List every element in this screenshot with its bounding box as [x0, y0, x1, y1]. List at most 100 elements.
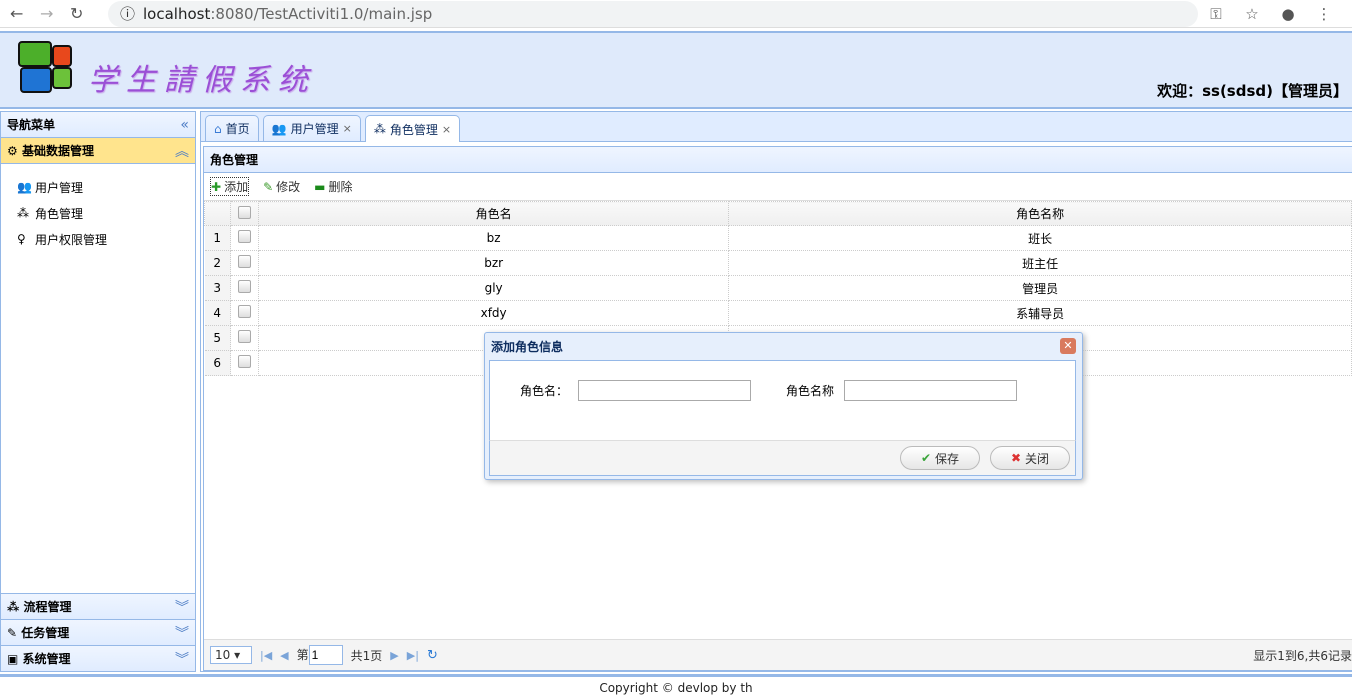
row-checkbox[interactable]: [238, 280, 251, 293]
star-icon[interactable]: ☆: [1234, 5, 1270, 23]
row-number: 2: [204, 250, 231, 276]
row-checkbox[interactable]: [238, 230, 251, 243]
hierarchy-icon: ⁂: [17, 206, 29, 220]
section-process[interactable]: ⁂ 流程管理 ︾: [1, 593, 195, 619]
role-label-cell: 系辅导员: [728, 300, 1352, 326]
check-icon: ✔: [920, 451, 932, 465]
row-number: 5: [204, 325, 231, 351]
role-name-cell: gly: [258, 275, 730, 301]
close-icon[interactable]: ×: [442, 123, 451, 136]
role-label-cell: 班主任: [728, 250, 1352, 276]
role-label-cell: 管理员: [728, 275, 1352, 301]
address-bar[interactable]: ⓘ localhost:8080/TestActiviti1.0/main.jsp: [108, 0, 1198, 27]
cross-icon: ✖: [1010, 451, 1022, 465]
row-number: 6: [204, 350, 231, 376]
table-row[interactable]: 4 xfdy 系辅导员: [204, 300, 1352, 326]
browser-toolbar: ← → ↻ ⓘ localhost:8080/TestActiviti1.0/ma…: [0, 0, 1352, 28]
section-basic-data[interactable]: ⚙ 基础数据管理 ︽: [1, 138, 195, 164]
app-title: 学生請假系统: [88, 63, 316, 98]
plus-icon: ✚: [211, 179, 222, 194]
nav-item-users[interactable]: 👥 用户管理: [1, 174, 195, 200]
close-icon[interactable]: ×: [343, 122, 352, 135]
role-name-cell: xfdy: [258, 300, 730, 326]
app-header: 学生請假系统 欢迎：ss(sdsd)【管理员】: [0, 31, 1352, 109]
add-button[interactable]: ✚ 添加: [210, 177, 250, 196]
row-number: 1: [204, 225, 231, 251]
nav-item-roles[interactable]: ⁂ 角色管理: [1, 200, 195, 226]
hierarchy-icon: ⁂: [7, 600, 20, 614]
role-name-cell: bz: [258, 225, 730, 251]
expand-icon[interactable]: ︾: [175, 649, 189, 669]
pagination: 10 ▾ |◀ ◀ 第 共1页 ▶ ▶| ↻ 显示1到6,共6记录: [204, 639, 1352, 670]
forward-icon[interactable]: →: [40, 4, 70, 23]
edit-button[interactable]: ✎ 修改: [263, 178, 300, 195]
nav-panel: 导航菜单 « ⚙ 基础数据管理 ︽ 👥 用户管理 ⁂ 角色管理 ♀ 用户权限管理 ⁂ 流程…: [0, 111, 196, 672]
key-icon[interactable]: ⚿: [1198, 5, 1234, 23]
role-label-input[interactable]: [844, 380, 1017, 401]
role-name-label: 角色名：: [520, 384, 569, 398]
account-icon[interactable]: ●: [1270, 5, 1306, 23]
info-icon: ⓘ: [120, 5, 136, 23]
last-page-icon[interactable]: ▶|: [407, 649, 419, 662]
page-input[interactable]: [308, 645, 343, 665]
system-icon: ▣: [7, 652, 19, 666]
add-role-dialog: 添加角色信息 ✕ 角色名： 角色名称 ✔ 保存 ✖ 关闭: [484, 332, 1083, 480]
column-header[interactable]: 角色名: [257, 201, 730, 226]
tab-roles[interactable]: ⁂ 角色管理 ×: [364, 115, 461, 142]
row-checkbox[interactable]: [238, 255, 251, 268]
page-size-select[interactable]: 10 ▾: [210, 646, 252, 664]
users-icon: 👥: [271, 121, 287, 136]
row-checkbox[interactable]: [238, 355, 251, 368]
row-number: 3: [204, 275, 231, 301]
key-icon: ♀: [17, 232, 26, 246]
menu-icon[interactable]: ⋮: [1306, 5, 1342, 23]
row-checkbox[interactable]: [238, 305, 251, 318]
expand-icon[interactable]: ︾: [175, 623, 189, 643]
close-button[interactable]: ✖ 关闭: [990, 446, 1070, 470]
table-row[interactable]: 1 bz 班长: [204, 225, 1352, 251]
row-checkbox[interactable]: [238, 330, 251, 343]
tab-home[interactable]: ⌂ 首页: [205, 115, 259, 141]
collapse-left-icon[interactable]: «: [180, 117, 189, 133]
panel-title: 角色管理: [204, 147, 1352, 173]
users-icon: 👥: [17, 180, 32, 194]
role-label-cell: 班长: [728, 225, 1352, 251]
back-icon[interactable]: ←: [10, 4, 40, 23]
expand-icon[interactable]: ︾: [175, 597, 189, 617]
pager-info: 显示1到6,共6记录: [1253, 648, 1352, 663]
delete-button[interactable]: ▬ 删除: [314, 178, 352, 195]
role-name-input[interactable]: [578, 380, 751, 401]
nav-title: 导航菜单 «: [1, 112, 195, 138]
first-page-icon[interactable]: |◀: [260, 649, 272, 662]
home-icon: ⌂: [214, 121, 222, 136]
gear-icon: ⚙: [7, 144, 18, 158]
footer: Copyright © devlop by th: [0, 674, 1352, 695]
table-row[interactable]: 3 gly 管理员: [204, 275, 1352, 301]
table-row[interactable]: 2 bzr 班主任: [204, 250, 1352, 276]
tab-users[interactable]: 👥 用户管理 ×: [262, 115, 361, 141]
hierarchy-icon: ⁂: [373, 122, 386, 136]
next-page-icon[interactable]: ▶: [390, 649, 398, 662]
row-number: 4: [204, 300, 231, 326]
grid-toolbar: ✚ 添加 ✎ 修改 ▬ 删除: [204, 173, 1352, 201]
save-button[interactable]: ✔ 保存: [900, 446, 980, 470]
logo: [18, 41, 76, 93]
prev-page-icon[interactable]: ◀: [280, 649, 288, 662]
section-tasks[interactable]: ✎ 任务管理 ︾: [1, 619, 195, 645]
refresh-icon[interactable]: ↻: [427, 648, 438, 663]
pencil-icon: ✎: [263, 179, 274, 194]
nav-item-permissions[interactable]: ♀ 用户权限管理: [1, 226, 195, 252]
role-label-label: 角色名称: [786, 384, 835, 398]
edit-icon: ✎: [7, 626, 18, 640]
tab-bar: ⌂ 首页 👥 用户管理 × ⁂ 角色管理 ×: [201, 112, 1352, 142]
minus-icon: ▬: [314, 179, 326, 194]
close-icon[interactable]: ✕: [1060, 338, 1076, 354]
section-system[interactable]: ▣ 系统管理 ︾: [1, 645, 195, 671]
dialog-title: 添加角色信息: [491, 339, 564, 354]
welcome-text: 欢迎：ss(sdsd)【管理员】: [1157, 82, 1348, 100]
column-header[interactable]: 角色名称: [728, 201, 1352, 226]
select-all-checkbox[interactable]: [238, 205, 251, 219]
collapse-up-icon[interactable]: ︽: [175, 141, 189, 161]
role-name-cell: bzr: [258, 250, 730, 276]
reload-icon[interactable]: ↻: [70, 4, 100, 23]
